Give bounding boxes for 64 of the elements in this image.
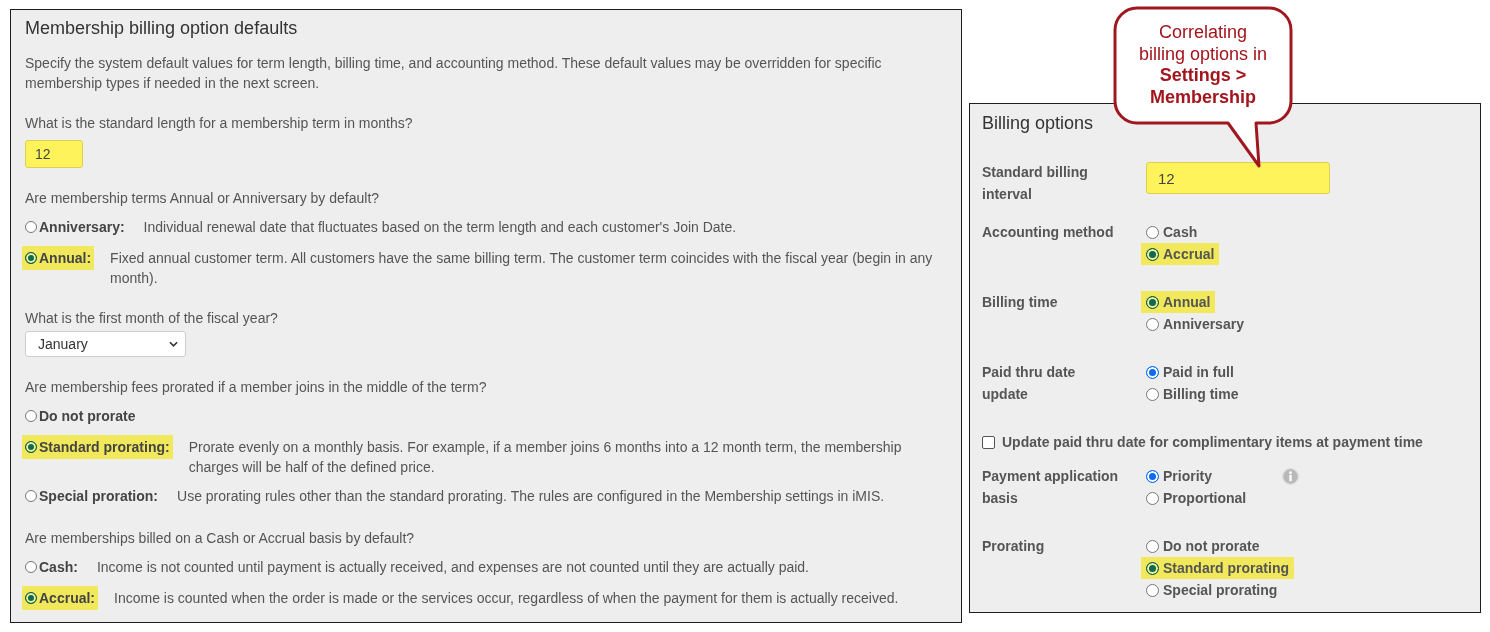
field-label: Accounting method [982,223,1115,242]
radio-button[interactable] [1146,317,1159,331]
radio-button[interactable] [25,252,37,264]
radio-option[interactable]: Proportional [1141,487,1252,509]
radio-button[interactable] [25,410,37,422]
checkbox-label[interactable]: Update paid thru date for complimentary items at payment time [1002,431,1423,453]
billing-interval-input[interactable]: 12 [1146,162,1330,194]
radio-button[interactable] [1146,561,1159,575]
radio-button[interactable] [1146,387,1159,401]
radio-button[interactable] [25,221,37,233]
radio-button[interactable] [1146,365,1159,379]
radio-option[interactable]: Priority [1141,465,1217,487]
field-label: Billing time [982,293,1059,312]
option-description: Fixed annual customer term. All customers have the same billing term. The customer term coincides with the fiscal year (begin in any month). [110,249,934,288]
question-text: What is the standard length for a membership term in months? [25,114,414,133]
question-text: Are memberships billed on a Cash or Accrual basis by default? [25,529,416,548]
radio-option[interactable]: Special proration: [22,484,162,508]
radio-button[interactable] [1146,225,1159,239]
radio-option[interactable]: Accrual [1141,243,1220,265]
option-description: Income is not counted until payment is actually received, and expenses are not counted until they are actually paid. [96,558,809,577]
radio-button[interactable] [25,490,37,502]
option-description: Prorate evenly on a monthly basis. For example, if a member joins 6 months into a 12 month term, the membership charges will be half of the defined price. [188,438,903,477]
term-length-input[interactable]: 12 [25,140,83,168]
panel-title: Membership billing option defaults [25,17,299,40]
radio-option[interactable]: Special prorating [1141,579,1283,601]
radio-option[interactable]: Anniversary [1141,313,1249,335]
question-text: Are membership terms Annual or Anniversary by default? [25,189,381,208]
radio-option[interactable]: Billing time [1141,383,1244,405]
option-description: Individual renewal date that fluctuates based on the term length and each customer's Join Date. [143,218,737,237]
radio-option[interactable]: Accrual: [22,586,99,610]
radio-button[interactable] [1146,539,1159,553]
question-text: Are membership fees prorated if a member joins in the middle of the term? [25,378,488,397]
radio-button[interactable] [25,592,37,604]
checkbox[interactable] [982,435,995,449]
radio-button[interactable] [25,561,37,573]
chevron-down-icon [169,341,178,347]
radio-option[interactable]: Annual [1141,291,1216,313]
radio-option[interactable]: Cash [1141,221,1203,243]
intro-text: Specify the system default values for term length, billing time, and accounting method. These default values may be overridden for specific membership types if needed in the next screen. [25,54,883,93]
radio-option[interactable]: Standard prorating: [22,435,173,459]
radio-option[interactable]: Paid in full [1141,361,1239,383]
field-label: Standard billing interval [982,163,1089,204]
radio-button[interactable] [1146,295,1159,309]
radio-option[interactable]: Annual: [22,246,95,270]
field-label: Prorating [982,537,1046,556]
radio-option[interactable]: Anniversary: [22,215,128,239]
radio-option[interactable]: Do not prorate [1141,535,1265,557]
month-select[interactable]: January [25,331,186,357]
radio-button[interactable] [1146,583,1159,597]
info-icon[interactable] [1282,468,1299,485]
option-description: Use prorating rules other than the standard prorating. The rules are configured in the Membership settings in iMIS. [177,487,885,506]
radio-button[interactable] [1146,491,1159,505]
callout-text: Correlating billing options in Settings > Membership [1137,22,1269,108]
question-text: What is the first month of the fiscal year? [25,309,279,328]
radio-button[interactable] [1146,469,1159,483]
option-description: Income is counted when the order is made or the services occur, regardless of when the payment for them is actually received. [114,589,899,608]
radio-button[interactable] [25,441,37,453]
field-label: Payment application basis [982,467,1120,508]
radio-option[interactable]: Standard prorating [1141,557,1294,579]
radio-button[interactable] [1146,247,1159,261]
panel-title: Billing options [982,112,1095,135]
radio-option[interactable]: Cash: [22,555,81,579]
radio-option[interactable]: Do not prorate [22,404,139,428]
field-label: Paid thru date update [982,363,1077,404]
